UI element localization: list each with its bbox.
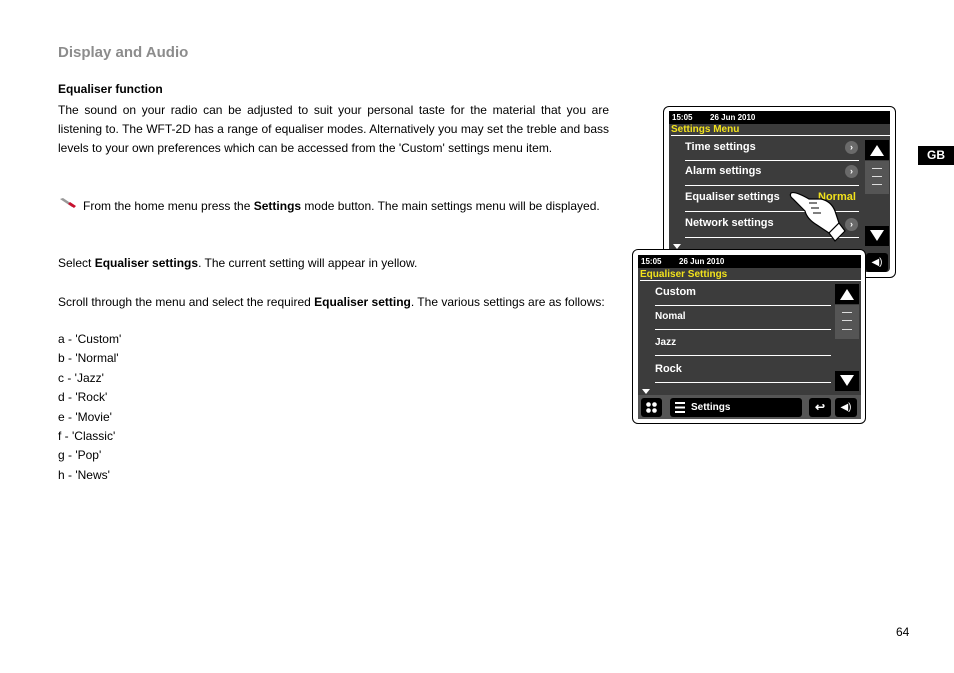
arrow-up-icon [840, 289, 854, 300]
equaliser-settings-device: 15:05 26 Jun 2010 Equaliser Settings Cus… [632, 249, 866, 424]
equaliser-settings-screen: 15:05 26 Jun 2010 Equaliser Settings Cus… [638, 255, 861, 419]
step-1-paragraph: From the home menu press the Settings mo… [83, 199, 600, 213]
status-bar: 15:05 26 Jun 2010 [638, 255, 861, 268]
language-tab: GB [918, 146, 954, 165]
step-3-paragraph: Scroll through the menu and select the r… [58, 295, 605, 309]
status-bar: 15:05 26 Jun 2010 [669, 111, 890, 124]
menu-item-alarm-settings[interactable]: Alarm settings [685, 165, 761, 177]
pen-note-icon [60, 198, 76, 208]
eq-option-rock[interactable]: Rock [655, 363, 682, 375]
eq-option-normal[interactable]: Nomal [655, 311, 686, 322]
footer-label: Settings [691, 402, 731, 413]
bottom-bar: Settings ↩ ◀) [638, 395, 861, 419]
scrollbar[interactable] [865, 161, 889, 194]
scroll-up-button[interactable] [835, 284, 859, 304]
grid-icon [646, 402, 657, 413]
menu-item-time-settings[interactable]: Time settings [685, 141, 756, 153]
list-item: f - 'Classic' [58, 429, 116, 444]
divider [655, 382, 831, 383]
list-item: c - 'Jazz' [58, 370, 104, 385]
arrow-down-icon [840, 375, 854, 386]
section-title: Display and Audio [58, 44, 189, 61]
menu-item-equaliser-settings[interactable]: Equaliser settings [685, 191, 780, 203]
arrow-up-icon [870, 145, 884, 156]
list-item: b - 'Normal' [58, 351, 119, 366]
list-item: a - 'Custom' [58, 332, 122, 346]
scrollbar[interactable] [835, 305, 859, 339]
list-item: e - 'Movie' [58, 409, 112, 424]
list-item: d - 'Rock' [58, 390, 108, 405]
subheading: Equaliser function [58, 82, 163, 96]
speaker-icon: ◀) [871, 257, 883, 268]
list-item: g - 'Pop' [58, 448, 102, 463]
time: 15:05 [672, 113, 693, 122]
list-item: h - 'News' [58, 467, 110, 482]
settings-menu-button[interactable]: Settings [670, 398, 802, 417]
menu-item-network-settings[interactable]: Network settings [685, 217, 774, 229]
back-arrow-icon: ↩ [814, 400, 826, 414]
scroll-down-button[interactable] [865, 226, 889, 246]
divider [655, 305, 831, 306]
eq-option-jazz[interactable]: Jazz [655, 337, 676, 348]
page-number: 64 [896, 625, 910, 639]
chevron-right-icon: › [845, 141, 858, 154]
eq-option-custom[interactable]: Custom [655, 286, 696, 298]
date: 26 Jun 2010 [679, 257, 725, 266]
pointing-hand-icon [789, 192, 846, 242]
divider [655, 355, 831, 356]
divider [685, 185, 859, 186]
settings-menu-screen: 15:05 26 Jun 2010 Settings Menu Time set… [669, 111, 890, 272]
date: 26 Jun 2010 [710, 113, 756, 122]
list-icon [675, 402, 685, 413]
menu-title: Settings Menu [671, 124, 890, 136]
volume-button[interactable]: ◀) [866, 253, 888, 272]
equaliser-options-list: a - 'Custom' b - 'Normal' c - 'Jazz' d -… [58, 330, 121, 485]
menu-title: Equaliser Settings [640, 269, 861, 281]
intro-paragraph: The sound on your radio can be adjusted … [58, 103, 609, 156]
speaker-icon: ◀) [840, 402, 852, 413]
divider [685, 160, 859, 161]
arrow-down-icon [870, 230, 884, 241]
scroll-down-button[interactable] [835, 371, 859, 391]
divider [655, 329, 831, 330]
step-2-paragraph: Select Equaliser settings. The current s… [58, 256, 418, 270]
back-button[interactable]: ↩ [809, 398, 831, 417]
time: 15:05 [641, 257, 662, 266]
volume-button[interactable]: ◀) [835, 398, 857, 417]
scroll-up-button[interactable] [865, 140, 889, 160]
more-below-icon [642, 389, 650, 394]
home-button[interactable] [641, 398, 662, 417]
chevron-right-icon: › [845, 165, 858, 178]
